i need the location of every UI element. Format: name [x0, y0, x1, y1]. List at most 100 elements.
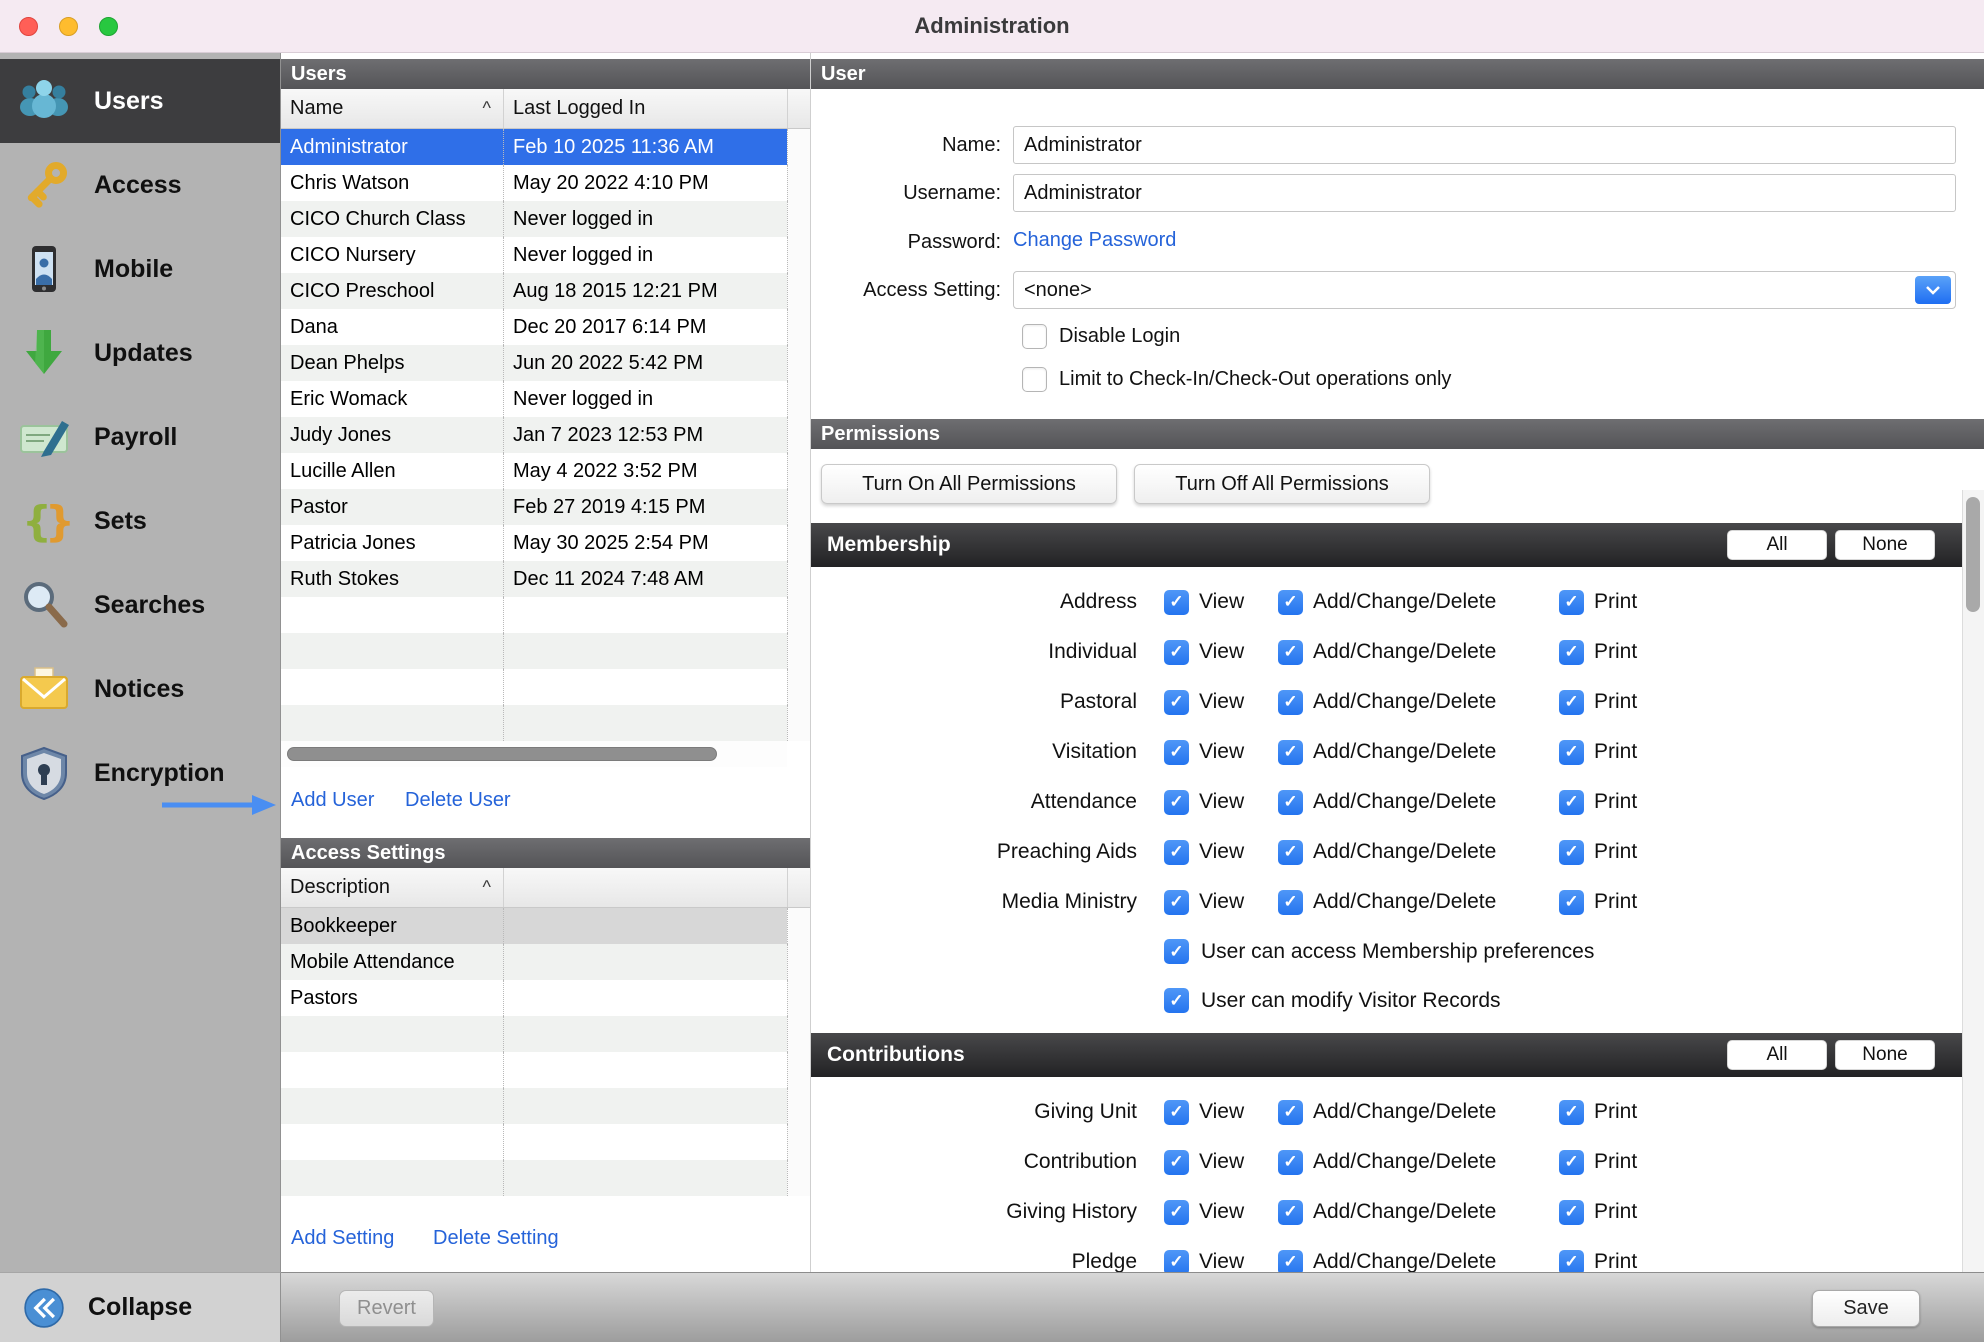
checkbox-add-change-delete[interactable]: ✓	[1278, 790, 1303, 815]
sidebar-item-label: Sets	[94, 507, 147, 536]
checkbox-add-change-delete[interactable]: ✓	[1278, 1250, 1303, 1273]
checkbox-view[interactable]: ✓	[1164, 840, 1189, 865]
checkbox-add-change-delete[interactable]: ✓	[1278, 1150, 1303, 1175]
add-user-link[interactable]: Add User	[291, 789, 374, 812]
user-table-row[interactable]: AdministratorFeb 10 2025 11:36 AM	[281, 129, 810, 165]
user-table-row[interactable]: Dean PhelpsJun 20 2022 5:42 PM	[281, 345, 810, 381]
add-setting-link[interactable]: Add Setting	[291, 1227, 394, 1250]
sidebar-item-sets[interactable]: {}Sets	[0, 479, 280, 563]
checkbox-print[interactable]: ✓	[1559, 1200, 1584, 1225]
limit-checkin-checkbox[interactable]	[1022, 367, 1047, 392]
checkbox-add-change-delete[interactable]: ✓	[1278, 840, 1303, 865]
checkbox-add-change-delete[interactable]: ✓	[1278, 1100, 1303, 1125]
horizontal-scroll-thumb[interactable]	[287, 747, 717, 761]
user-table-row[interactable]: Ruth StokesDec 11 2024 7:48 AM	[281, 561, 810, 597]
zoom-button[interactable]	[99, 17, 118, 36]
membership-none-button[interactable]: None	[1835, 530, 1935, 560]
checkbox-add-change-delete[interactable]: ✓	[1278, 690, 1303, 715]
column-last-logged-in[interactable]: Last Logged In	[503, 89, 787, 128]
checkbox-view[interactable]: ✓	[1164, 1150, 1189, 1175]
checkbox-add-change-delete[interactable]: ✓	[1278, 1200, 1303, 1225]
user-table-row[interactable]: Patricia JonesMay 30 2025 2:54 PM	[281, 525, 810, 561]
checkbox-print[interactable]: ✓	[1559, 590, 1584, 615]
checkbox-extra[interactable]: ✓	[1164, 939, 1189, 964]
user-table-row[interactable]: CICO NurseryNever logged in	[281, 237, 810, 273]
checkbox-view[interactable]: ✓	[1164, 790, 1189, 815]
checkbox-add-change-delete[interactable]: ✓	[1278, 640, 1303, 665]
access-setting-row[interactable]: Pastors	[281, 980, 810, 1016]
user-table-row[interactable]: Judy JonesJan 7 2023 12:53 PM	[281, 417, 810, 453]
disable-login-checkbox[interactable]	[1022, 324, 1047, 349]
vertical-scroll-thumb[interactable]	[1966, 497, 1980, 612]
payroll-check-icon	[16, 409, 72, 465]
sidebar-item-users[interactable]: Users	[0, 59, 280, 143]
name-field[interactable]	[1013, 126, 1956, 164]
disable-login-label: Disable Login	[1059, 325, 1180, 348]
column-name[interactable]: Name ^	[281, 89, 503, 128]
checkbox-view[interactable]: ✓	[1164, 1200, 1189, 1225]
checkbox-view[interactable]: ✓	[1164, 690, 1189, 715]
user-table-row[interactable]: CICO PreschoolAug 18 2015 12:21 PM	[281, 273, 810, 309]
checkbox-add-change-delete[interactable]: ✓	[1278, 740, 1303, 765]
checkbox-print[interactable]: ✓	[1559, 1250, 1584, 1273]
save-button[interactable]: Save	[1812, 1290, 1920, 1327]
checkbox-view[interactable]: ✓	[1164, 740, 1189, 765]
turn-on-all-permissions-button[interactable]: Turn On All Permissions	[821, 464, 1117, 504]
user-table-row[interactable]: DanaDec 20 2017 6:14 PM	[281, 309, 810, 345]
users-horizontal-scrollbar[interactable]	[281, 741, 787, 767]
user-table-row[interactable]: Chris WatsonMay 20 2022 4:10 PM	[281, 165, 810, 201]
sidebar-item-mobile[interactable]: Mobile	[0, 227, 280, 311]
checkbox-print[interactable]: ✓	[1559, 690, 1584, 715]
user-table-row[interactable]: PastorFeb 27 2019 4:15 PM	[281, 489, 810, 525]
username-field[interactable]	[1013, 174, 1956, 212]
column-description[interactable]: Description ^	[281, 868, 503, 907]
access-setting-select[interactable]: <none>	[1013, 271, 1956, 309]
delete-user-link[interactable]: Delete User	[405, 789, 511, 812]
checkbox-print[interactable]: ✓	[1559, 640, 1584, 665]
permissions-vertical-scrollbar[interactable]	[1962, 490, 1984, 1272]
access-settings-header: Access Settings	[281, 838, 810, 868]
checkbox-view[interactable]: ✓	[1164, 1100, 1189, 1125]
access-setting-row[interactable]: Mobile Attendance	[281, 944, 810, 980]
close-button[interactable]	[19, 17, 38, 36]
delete-setting-link[interactable]: Delete Setting	[433, 1227, 559, 1250]
permission-row: Preaching Aids✓View✓Add/Change/Delete✓Pr…	[811, 827, 1963, 877]
revert-button[interactable]: Revert	[339, 1290, 434, 1327]
envelope-icon	[16, 661, 72, 717]
access-table-body: BookkeeperMobile AttendancePastors	[281, 908, 810, 1196]
checkbox-view[interactable]: ✓	[1164, 1250, 1189, 1273]
access-setting-row[interactable]: Bookkeeper	[281, 908, 810, 944]
sidebar-item-searches[interactable]: Searches	[0, 563, 280, 647]
change-password-link[interactable]: Change Password	[1013, 229, 1176, 252]
sidebar-item-payroll[interactable]: Payroll	[0, 395, 280, 479]
sidebar-item-updates[interactable]: Updates	[0, 311, 280, 395]
checkbox-extra[interactable]: ✓	[1164, 988, 1189, 1013]
checkbox-add-change-delete[interactable]: ✓	[1278, 890, 1303, 915]
checkbox-print[interactable]: ✓	[1559, 740, 1584, 765]
checkbox-print[interactable]: ✓	[1559, 840, 1584, 865]
user-table-row[interactable]: Eric WomackNever logged in	[281, 381, 810, 417]
user-name-cell	[281, 633, 503, 669]
minimize-button[interactable]	[59, 17, 78, 36]
checkbox-view[interactable]: ✓	[1164, 590, 1189, 615]
checkbox-print[interactable]: ✓	[1559, 1150, 1584, 1175]
sidebar-item-notices[interactable]: Notices	[0, 647, 280, 731]
contributions-none-button[interactable]: None	[1835, 1040, 1935, 1070]
collapse-button[interactable]: Collapse	[0, 1272, 281, 1342]
user-table-row[interactable]: CICO Church ClassNever logged in	[281, 201, 810, 237]
dropdown-button[interactable]	[1915, 276, 1951, 304]
checkbox-print[interactable]: ✓	[1559, 1100, 1584, 1125]
turn-off-all-permissions-button[interactable]: Turn Off All Permissions	[1134, 464, 1430, 504]
checkbox-view[interactable]: ✓	[1164, 640, 1189, 665]
permission-cell: ✓Print	[1559, 1187, 1637, 1237]
checkbox-print[interactable]: ✓	[1559, 890, 1584, 915]
checkbox-print[interactable]: ✓	[1559, 790, 1584, 815]
checkbox-view[interactable]: ✓	[1164, 890, 1189, 915]
membership-all-button[interactable]: All	[1727, 530, 1827, 560]
user-table-row[interactable]: Lucille AllenMay 4 2022 3:52 PM	[281, 453, 810, 489]
checkbox-add-change-delete[interactable]: ✓	[1278, 590, 1303, 615]
sidebar-item-access[interactable]: Access	[0, 143, 280, 227]
contributions-all-button[interactable]: All	[1727, 1040, 1827, 1070]
user-lastlogin-cell: Never logged in	[503, 201, 787, 237]
permission-cell: ✓Print	[1559, 877, 1637, 927]
